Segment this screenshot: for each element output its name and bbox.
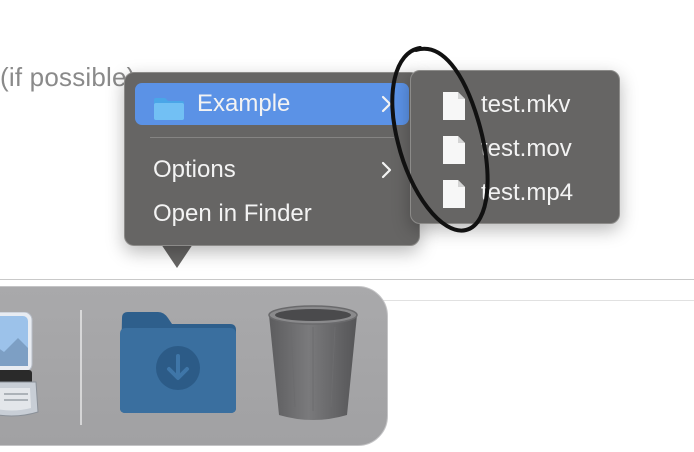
document-icon	[441, 91, 467, 121]
submenu-item-label: test.mp4	[481, 179, 574, 206]
submenu-item-test-mp4[interactable]: test.mp4	[421, 172, 609, 214]
chevron-right-icon	[379, 83, 395, 125]
example-submenu: test.mkv test.mov test.mp4	[410, 70, 620, 224]
divider-line	[0, 279, 694, 280]
menu-item-label: Open in Finder	[153, 200, 312, 227]
document-icon	[441, 179, 467, 209]
dock-context-menu: Example Options Open in Finder	[124, 72, 420, 246]
menu-item-label: Options	[153, 156, 236, 183]
trash-icon[interactable]	[265, 303, 361, 423]
submenu-item-label: test.mov	[481, 135, 572, 162]
menu-item-open-in-finder[interactable]: Open in Finder	[135, 193, 409, 235]
chevron-right-icon	[379, 149, 395, 191]
preview-app-icon[interactable]	[0, 312, 40, 418]
downloads-folder-icon[interactable]	[118, 312, 238, 414]
folder-icon	[153, 93, 185, 120]
menu-separator	[150, 137, 394, 138]
submenu-item-test-mkv[interactable]: test.mkv	[421, 84, 609, 126]
submenu-item-test-mov[interactable]: test.mov	[421, 128, 609, 170]
submenu-item-label: test.mkv	[481, 91, 571, 118]
menu-item-example[interactable]: Example	[135, 83, 409, 125]
document-icon	[441, 135, 467, 165]
background-text: (if possible)	[0, 62, 136, 92]
screen: (if possible) Example Options Open in Fi…	[0, 0, 694, 452]
menu-item-label: Example	[197, 90, 291, 117]
menu-pointer	[161, 244, 193, 268]
dock-divider	[80, 310, 82, 425]
menu-item-options[interactable]: Options	[135, 149, 409, 191]
